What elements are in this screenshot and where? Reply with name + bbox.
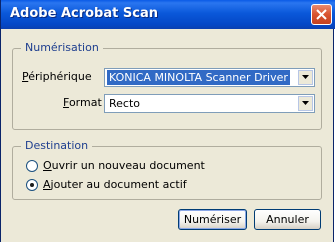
- close-button[interactable]: [311, 4, 332, 25]
- cancel-button[interactable]: Annuler: [254, 209, 321, 230]
- close-icon: [316, 9, 327, 20]
- destination-group: Destination Ouvrir un nouveau document A…: [12, 139, 322, 200]
- format-dropdown-button[interactable]: [298, 96, 313, 111]
- chevron-down-icon: [302, 75, 309, 79]
- active-document-label[interactable]: Ajouter au document actif: [43, 178, 187, 191]
- scan-button[interactable]: Numériser: [178, 209, 247, 230]
- destination-group-legend: Destination: [21, 139, 93, 152]
- format-select[interactable]: Recto: [104, 94, 315, 113]
- device-select-value: KONICA MINOLTA Scanner Driver: [107, 70, 290, 85]
- radio-selected-dot: [30, 183, 34, 187]
- format-label: Format: [63, 96, 102, 109]
- scan-settings-group: Numérisation Périphérique KONICA MINOLTA…: [12, 41, 322, 130]
- format-select-value: Recto: [109, 97, 141, 110]
- dialog-window: Adobe Acrobat Scan Numérisation Périphér…: [0, 0, 335, 242]
- title-bar[interactable]: Adobe Acrobat Scan: [1, 0, 335, 29]
- scan-group-legend: Numérisation: [21, 41, 103, 54]
- device-dropdown-button[interactable]: [298, 70, 313, 85]
- new-document-radio[interactable]: [26, 160, 38, 172]
- new-document-label[interactable]: Ouvrir un nouveau document: [43, 159, 205, 172]
- device-select[interactable]: KONICA MINOLTA Scanner Driver: [104, 68, 315, 87]
- chevron-down-icon: [302, 101, 309, 105]
- window-title: Adobe Acrobat Scan: [10, 6, 158, 21]
- device-label: Périphérique: [22, 70, 92, 83]
- active-document-radio[interactable]: [26, 179, 38, 191]
